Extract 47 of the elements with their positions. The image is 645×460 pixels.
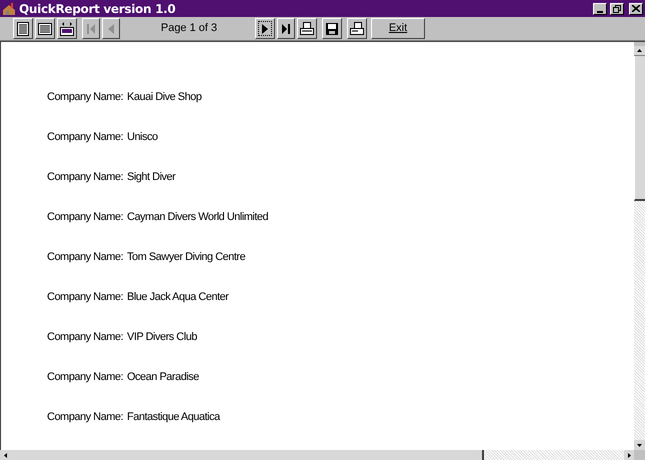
close-icon: [632, 5, 640, 12]
field-label: Company Name:: [47, 210, 124, 225]
field-value: Fantastique Aquatica: [127, 410, 220, 425]
zoom-page-button[interactable]: [57, 18, 77, 39]
scrollbar-thumb[interactable]: [634, 56, 645, 201]
left-arrow-icon[interactable]: [4, 452, 6, 458]
page-button[interactable]: [13, 18, 33, 39]
restore-icon: [613, 4, 621, 12]
field-label: Company Name:: [47, 370, 124, 385]
printer-icon: [299, 20, 315, 36]
field-label: Company Name:: [47, 330, 124, 345]
page-indicator: Page 1 of 3: [160, 21, 218, 36]
printer-button[interactable]: [297, 18, 317, 39]
field-label: Company Name:: [47, 250, 124, 265]
printer-setup-icon: [349, 20, 365, 36]
page-width-icon: [37, 20, 53, 36]
close-button[interactable]: [629, 2, 643, 14]
field-label: Company Name:: [47, 90, 124, 105]
exit-button[interactable]: Exit: [371, 18, 425, 39]
field-label: Company Name:: [47, 290, 124, 305]
field-value: Cayman Divers World Unlimited: [127, 210, 268, 225]
scrollbar-corner: [634, 450, 645, 460]
last-page-button[interactable]: [277, 18, 295, 39]
zoom-page-icon: [59, 20, 75, 36]
restore-button[interactable]: [610, 2, 624, 14]
minimize-button[interactable]: [593, 2, 607, 14]
field-value: Unisco: [127, 130, 158, 145]
field-value: Blue Jack Aqua Center: [127, 290, 228, 305]
next-page-button[interactable]: [255, 18, 275, 39]
page-width-button[interactable]: [35, 18, 55, 39]
down-arrow-icon[interactable]: [637, 444, 642, 446]
field-value: Kauai Dive Shop: [127, 90, 202, 105]
field-label: Company Name:: [47, 410, 124, 425]
house-icon: [2, 2, 16, 16]
window-title: QuickReport version 1.0: [19, 0, 176, 18]
field-value: Ocean Paradise: [127, 370, 199, 385]
printer-setup-button[interactable]: [347, 18, 367, 39]
right-arrow-icon[interactable]: [628, 452, 630, 458]
field-value: Sight Diver: [127, 170, 176, 185]
page-icon: [15, 20, 31, 36]
field-value: Tom Sawyer Diving Centre: [127, 250, 246, 265]
field-value: VIP Divers Club: [127, 330, 197, 345]
field-label: Company Name:: [47, 130, 124, 145]
minimize-icon: [597, 10, 603, 12]
up-arrow-icon[interactable]: [637, 49, 642, 52]
field-label: Company Name:: [47, 170, 124, 185]
floppy-disk-button[interactable]: [322, 18, 342, 39]
